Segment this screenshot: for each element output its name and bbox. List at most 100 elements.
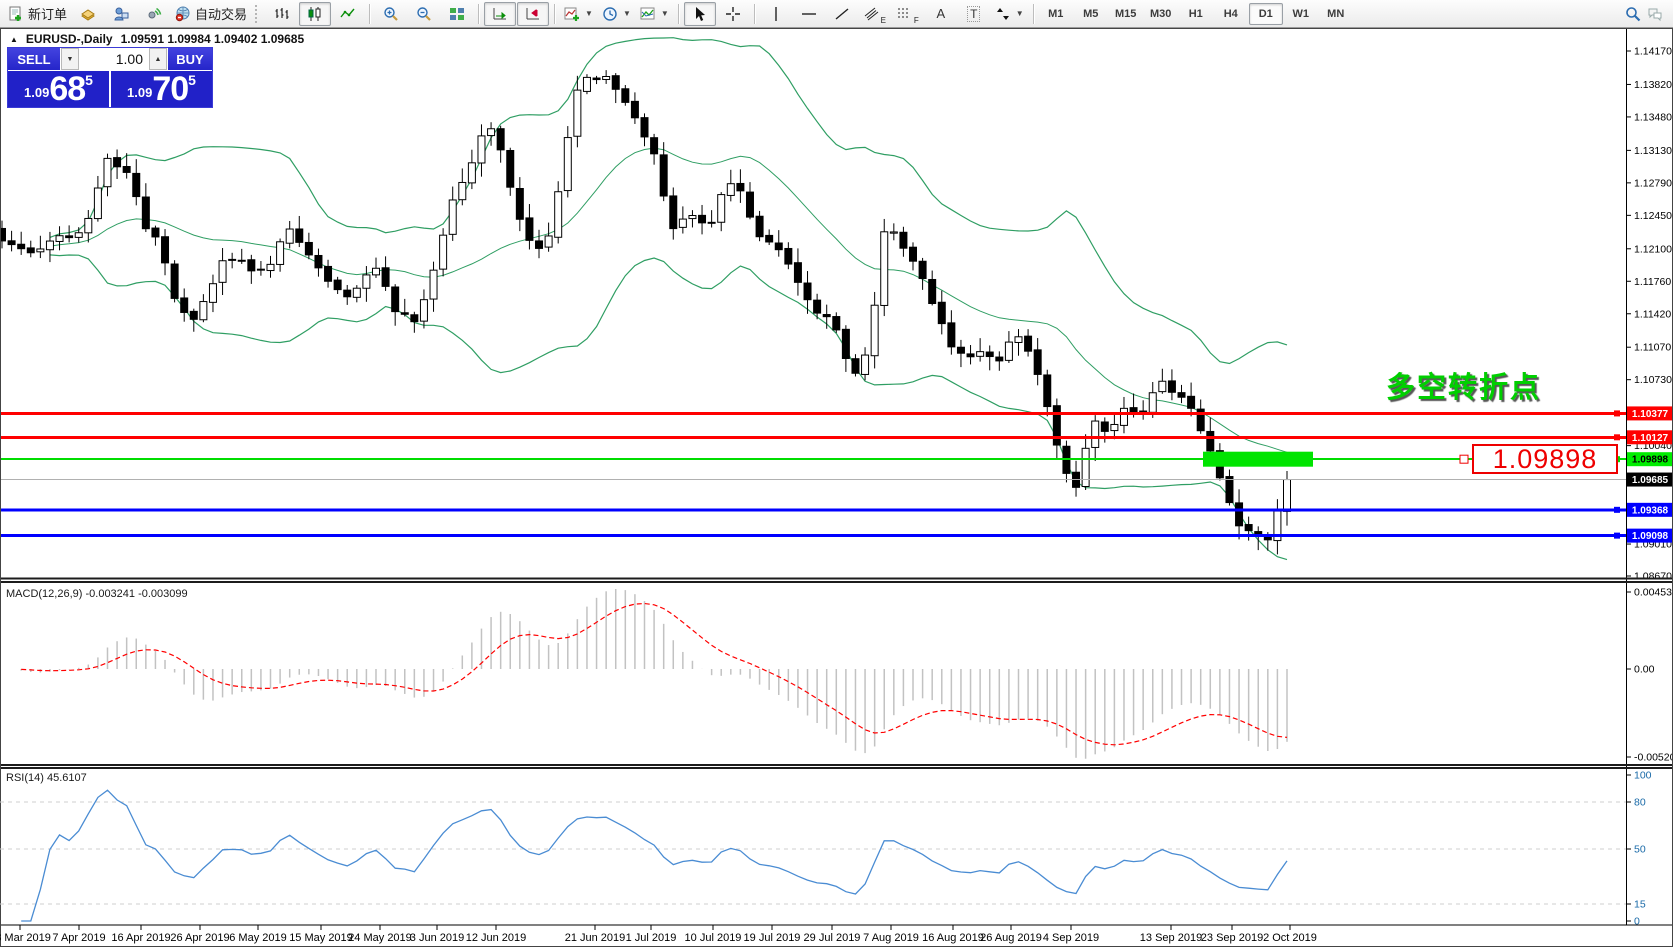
horizontal-line-icon [801,6,817,22]
vertical-line-tool[interactable] [760,2,792,26]
chinese-annotation[interactable]: 多空转折点 [1386,364,1541,406]
svg-text:1.11070: 1.11070 [1634,342,1671,354]
templates-button[interactable]: ▼ [636,2,673,26]
chat-icon[interactable] [1647,6,1663,22]
trendline-icon [834,6,850,22]
candlestick-chart-button[interactable] [299,2,331,26]
svg-text:100: 100 [1634,770,1652,782]
label-tool-letter: T [967,6,980,22]
periods-button[interactable]: ▼ [598,2,635,26]
volume-increase-button[interactable]: ▲ [149,48,167,70]
svg-text:1.12450: 1.12450 [1634,210,1672,222]
channel-letter: E [881,16,886,25]
toolbar-separator [369,4,370,24]
price-tag-label[interactable]: 1.09898 [1472,444,1618,474]
templates-dropdown[interactable]: ▼ [661,9,669,18]
highlight-zone-rect[interactable] [1203,452,1313,467]
indicators-icon [564,6,580,22]
tab-timeframe-M30[interactable]: M30 [1144,3,1178,25]
tab-timeframe-MN[interactable]: MN [1319,3,1353,25]
svg-text:1.13820: 1.13820 [1634,79,1672,91]
svg-text:1.11420: 1.11420 [1634,308,1671,320]
date-label: 28 Mar 2019 [0,932,51,944]
sell-button[interactable]: SELL [8,48,61,70]
horizontal-line-tool[interactable] [793,2,825,26]
one-click-trading-panel: SELL ▼ ▲ BUY 1.09 68 5 1.09 70 5 [7,47,213,108]
tab-timeframe-W1[interactable]: W1 [1284,3,1318,25]
volume-input[interactable] [79,48,149,70]
date-label: 7 Apr 2019 [52,932,105,944]
tab-timeframe-M15[interactable]: M15 [1109,3,1143,25]
market-watch-button[interactable] [72,2,104,26]
trade-panel-controls: SELL ▼ ▲ BUY [8,48,212,71]
indicators-dropdown[interactable]: ▼ [585,9,593,18]
zoom-out-icon [416,6,432,22]
symbol-name: EURUSD-,Daily [26,32,113,46]
search-icon[interactable] [1625,6,1641,22]
tile-windows-button[interactable] [441,2,473,26]
volume-decrease-button[interactable]: ▼ [61,48,79,70]
zoom-out-button[interactable] [408,2,440,26]
chart-canvas[interactable]: 1.141701.138201.134801.131301.127901.124… [0,0,1673,947]
collapse-panel-icon[interactable]: ▲ [10,35,18,44]
trendline-tool[interactable] [826,2,858,26]
strategy-tester-icon [113,6,129,22]
zoom-in-button[interactable] [375,2,407,26]
svg-text:1.09685: 1.09685 [1632,475,1669,486]
periods-dropdown[interactable]: ▼ [623,9,631,18]
macd-indicator-label: MACD(12,26,9) -0.003241 -0.003099 [6,588,188,600]
vertical-line-icon [768,6,784,22]
tab-timeframe-D1[interactable]: D1 [1249,3,1283,25]
rsi-name: RSI(14) [6,772,44,784]
text-tool[interactable]: A [925,2,957,26]
date-label: 26 Aug 2019 [980,932,1042,944]
date-label: 2 Oct 2019 [1263,932,1317,944]
fibonacci-tool[interactable]: F [892,2,924,26]
buy-price[interactable]: 1.09 70 5 [111,71,212,107]
svg-text:1.14170: 1.14170 [1634,46,1672,58]
tab-timeframe-M5[interactable]: M5 [1074,3,1108,25]
buy-button[interactable]: BUY [167,48,212,70]
date-label: 7 Aug 2019 [863,932,919,944]
strategy-tester-button[interactable] [105,2,137,26]
timeframe-strip: M1M5M15M30H1H4D1W1MN [1039,3,1353,25]
date-label: 29 Jul 2019 [804,932,861,944]
auto-scroll-icon [492,6,508,22]
sell-price[interactable]: 1.09 68 5 [8,71,109,107]
arrows-tool[interactable]: ▼ [991,2,1028,26]
toolbar-separator [554,4,555,24]
indicators-button[interactable]: ▼ [560,2,597,26]
date-label: 3 Jun 2019 [410,932,464,944]
crosshair-button[interactable] [717,2,749,26]
macd-values: -0.003241 -0.003099 [85,588,187,600]
bar-chart-button[interactable] [266,2,298,26]
date-label: 4 Sep 2019 [1043,932,1099,944]
candlestick-chart-icon [307,6,323,22]
auto-scroll-button[interactable] [484,2,516,26]
channel-tool[interactable]: E [859,2,891,26]
date-label: 1 Jul 2019 [626,932,677,944]
tab-timeframe-H1[interactable]: H1 [1179,3,1213,25]
line-chart-button[interactable] [332,2,364,26]
trade-panel-prices: 1.09 68 5 1.09 70 5 [8,71,212,107]
sell-price-main: 68 [49,74,85,104]
ohlc-values: 1.09591 1.09984 1.09402 1.09685 [121,32,305,46]
text-label-tool[interactable]: T [958,2,990,26]
svg-text:1.13130: 1.13130 [1634,145,1672,157]
cursor-button[interactable] [684,2,716,26]
signals-button[interactable] [138,2,170,26]
new-order-button[interactable]: 新订单 [4,2,71,26]
rsi-value: 45.6107 [47,772,87,784]
buy-price-prefix: 1.09 [127,85,152,100]
autotrading-button[interactable]: 自动交易 [171,2,251,26]
date-label: 13 Sep 2019 [1140,932,1202,944]
line-chart-icon [340,6,356,22]
date-label: 15 May 2019 [289,932,353,944]
date-label: 24 May 2019 [348,932,412,944]
tile-windows-icon [449,6,465,22]
chart-shift-button[interactable] [517,2,549,26]
arrows-dropdown[interactable]: ▼ [1016,9,1024,18]
callout-anchor-marker [1460,455,1468,463]
tab-timeframe-M1[interactable]: M1 [1039,3,1073,25]
tab-timeframe-H4[interactable]: H4 [1214,3,1248,25]
